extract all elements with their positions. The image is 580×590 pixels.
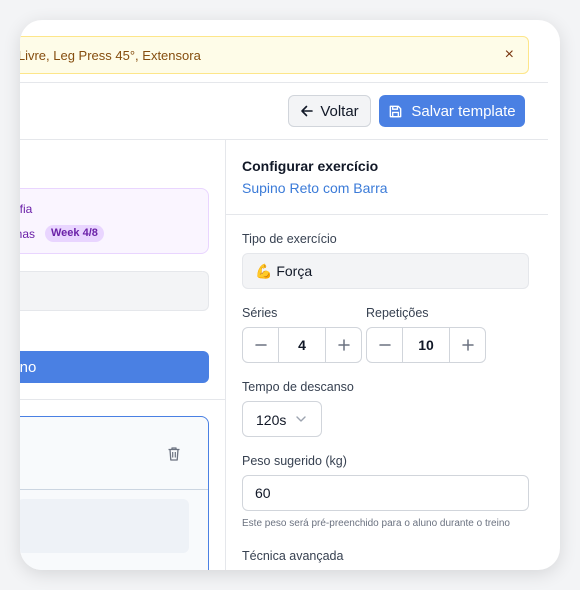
selected-exercise-card[interactable] xyxy=(20,416,209,570)
save-template-button[interactable]: Salvar template xyxy=(379,95,525,127)
sets-decrement-button[interactable] xyxy=(243,328,278,362)
week-badge: Week 4/8 xyxy=(45,225,104,242)
sets-value[interactable]: 4 xyxy=(278,328,326,362)
program-info-card: rofia anas Week 4/8 xyxy=(20,188,209,254)
reps-increment-button[interactable] xyxy=(450,328,485,362)
column-divider xyxy=(225,140,226,570)
back-button-label: Voltar xyxy=(320,102,359,120)
divider xyxy=(20,139,548,140)
program-duration: anas xyxy=(20,227,36,241)
type-label: Tipo de exercício xyxy=(242,232,337,246)
weight-input[interactable]: 60 xyxy=(242,475,529,511)
arrow-left-icon xyxy=(301,105,314,117)
divider xyxy=(20,82,548,83)
sets-stepper: 4 xyxy=(242,327,362,363)
divider xyxy=(20,399,225,400)
back-button[interactable]: Voltar xyxy=(288,95,371,127)
reps-decrement-button[interactable] xyxy=(367,328,402,362)
minus-icon xyxy=(378,344,391,346)
weight-hint: Este peso será pré-preenchido para o alu… xyxy=(242,518,510,529)
reps-stepper: 10 xyxy=(366,327,486,363)
divider xyxy=(20,489,208,490)
content-area: o Livre, Leg Press 45°, Extensora × Volt… xyxy=(20,20,548,570)
sets-increment-button[interactable] xyxy=(326,328,361,362)
save-icon xyxy=(390,105,402,117)
app-window: o Livre, Leg Press 45°, Extensora × Volt… xyxy=(20,20,560,570)
exercise-type-field: 💪 Força xyxy=(242,253,529,289)
plus-icon xyxy=(337,339,350,351)
search-field[interactable] xyxy=(20,271,209,311)
rest-label: Tempo de descanso xyxy=(242,380,354,394)
trash-icon[interactable] xyxy=(167,446,181,462)
technique-label: Técnica avançada xyxy=(242,549,344,563)
program-goal: rofia xyxy=(20,202,33,216)
rest-time-select[interactable]: 120s xyxy=(242,401,322,437)
add-workout-label: eino xyxy=(20,359,37,376)
divider xyxy=(226,214,548,215)
warning-alert: o Livre, Leg Press 45°, Extensora × xyxy=(20,36,529,74)
chevron-down-icon xyxy=(296,416,306,422)
rest-time-value: 120s xyxy=(256,412,287,428)
exercise-name: Supino Reto com Barra xyxy=(242,180,388,196)
plus-icon xyxy=(461,339,474,351)
minus-icon xyxy=(254,344,267,346)
sets-label: Séries xyxy=(242,306,278,320)
reps-label: Repetições xyxy=(366,306,429,320)
alert-close-button[interactable]: × xyxy=(505,46,514,64)
add-workout-button[interactable]: eino xyxy=(20,351,209,383)
panel-title: Configurar exercício xyxy=(242,158,379,174)
reps-value[interactable]: 10 xyxy=(402,328,450,362)
weight-label: Peso sugerido (kg) xyxy=(242,454,347,468)
alert-text: o Livre, Leg Press 45°, Extensora xyxy=(20,48,201,63)
save-button-label: Salvar template xyxy=(411,102,516,120)
exercise-details xyxy=(20,499,189,553)
